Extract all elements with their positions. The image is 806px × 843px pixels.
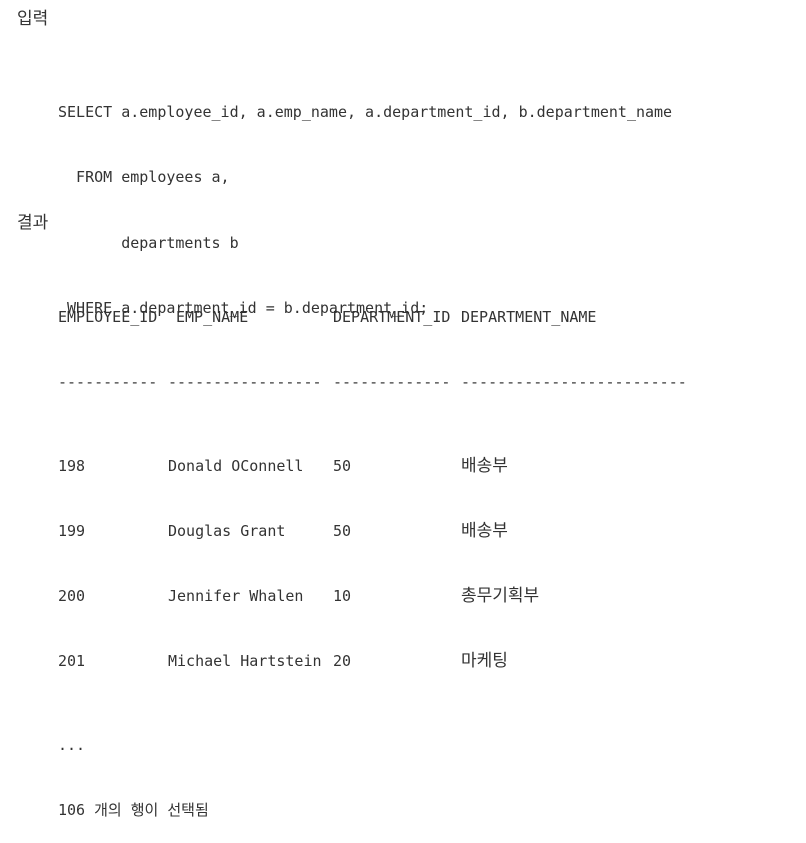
column-separator: ----------- — [58, 373, 158, 392]
column-separator: ------------------------- — [461, 373, 687, 392]
input-heading: 입력 — [17, 9, 49, 29]
table-row: 199 Douglas Grant 50 배송부 — [58, 517, 778, 546]
table-row: 198 Donald OConnell 50 배송부 — [58, 452, 778, 481]
result-header-row: EMPLOYEE_ID EMP_NAME DEPARTMENT_ID DEPAR… — [58, 303, 778, 332]
department-id-cell: 10 — [333, 587, 352, 606]
emp-name-cell: Jennifer Whalen — [168, 587, 304, 606]
code-line: SELECT a.employee_id, a.emp_name, a.depa… — [58, 103, 673, 121]
employee-id-cell: 198 — [58, 456, 86, 475]
code-line: departments b — [58, 233, 239, 252]
result-separator-row: ----------- ----------------- ----------… — [58, 368, 778, 397]
table-row: 200 Jennifer Whalen 10 총무기획부 — [58, 582, 778, 611]
row-count-summary: 106 개의 행이 선택됨 — [58, 801, 209, 820]
code-line: FROM employees a, — [58, 168, 230, 187]
department-name-cell: 총무기획부 — [461, 586, 540, 607]
result-block: EMPLOYEE_ID EMP_NAME DEPARTMENT_ID DEPAR… — [58, 267, 778, 843]
column-header: DEPARTMENT_NAME — [461, 308, 597, 326]
ellipsis-line: ... — [58, 735, 86, 754]
department-name-cell: 마케팅 — [461, 651, 508, 672]
employee-id-cell: 201 — [58, 652, 86, 671]
emp-name-cell: Donald OConnell — [168, 456, 304, 475]
employee-id-cell: 199 — [58, 521, 86, 540]
column-header: EMP_NAME — [176, 308, 249, 326]
department-id-cell: 20 — [333, 652, 352, 671]
department-id-cell: 50 — [333, 456, 352, 475]
department-id-cell: 50 — [333, 521, 352, 540]
department-name-cell: 배송부 — [461, 455, 508, 476]
employee-id-cell: 200 — [58, 587, 86, 606]
table-row: 201 Michael Hartstein 20 마케팅 — [58, 647, 778, 676]
emp-name-cell: Douglas Grant — [168, 521, 286, 540]
column-header: EMPLOYEE_ID — [58, 308, 158, 326]
column-separator: ----------------- — [168, 373, 322, 392]
department-name-cell: 배송부 — [461, 520, 508, 541]
emp-name-cell: Michael Hartstein — [168, 652, 322, 671]
column-separator: ------------- — [333, 373, 451, 392]
column-header: DEPARTMENT_ID — [333, 308, 451, 326]
result-heading: 결과 — [17, 213, 49, 233]
